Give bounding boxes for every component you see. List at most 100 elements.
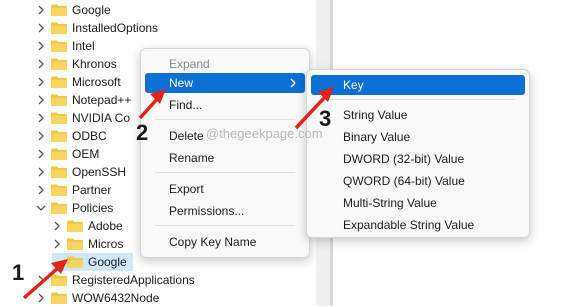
tree-item-partner[interactable]: Partner	[36, 181, 111, 199]
tree-item-installedoptions[interactable]: InstalledOptions	[36, 19, 158, 37]
tree-item-label: Microsoft	[72, 75, 121, 89]
menu-item-label: Expandable String Value	[343, 218, 475, 232]
folder-icon	[51, 166, 67, 178]
tree-item-policies[interactable]: Policies	[36, 199, 113, 217]
tree-item-label: OpenSSH	[72, 165, 127, 179]
menu-item-label: New	[169, 76, 194, 90]
chevron-down-icon[interactable]	[36, 203, 46, 213]
tree-item-odbc[interactable]: ODBC	[36, 127, 107, 145]
watermark: @thegeekpage.com	[206, 126, 323, 141]
tree-item-label: Google	[88, 255, 127, 269]
chevron-right-icon[interactable]	[36, 59, 46, 69]
tree-item-google[interactable]: Google	[36, 1, 111, 19]
menu-item-label: Copy Key Name	[169, 235, 257, 249]
folder-icon	[51, 202, 67, 214]
folder-icon	[51, 130, 67, 142]
menu-separator	[155, 225, 295, 226]
chevron-right-icon[interactable]	[36, 149, 46, 159]
folder-icon	[51, 292, 67, 304]
submenu-item-key[interactable]: Key	[311, 75, 525, 95]
chevron-right-icon[interactable]	[36, 185, 46, 195]
folder-icon	[51, 112, 67, 124]
chevron-right-icon	[290, 78, 296, 88]
chevron-right-icon[interactable]	[36, 77, 46, 87]
folder-icon	[51, 76, 67, 88]
tree-item-label: Partner	[72, 183, 112, 197]
menu-item-rename[interactable]: Rename	[145, 148, 305, 168]
submenu-item-string-value[interactable]: String Value	[311, 105, 525, 125]
menu-separator	[155, 172, 295, 173]
menu-item-export[interactable]: Export	[145, 179, 305, 199]
menu-item-label: Expand	[169, 57, 210, 71]
tree-item-google-selected[interactable]: Google	[52, 253, 133, 271]
chevron-right-icon[interactable]	[52, 239, 62, 249]
menu-item-label: Binary Value	[343, 130, 411, 144]
menu-item-label: Rename	[169, 151, 215, 165]
menu-item-label: Multi-String Value	[343, 196, 437, 210]
menu-item-new[interactable]: New	[145, 73, 305, 93]
menu-separator	[321, 99, 515, 100]
menu-item-label: Delete	[169, 129, 204, 143]
menu-separator	[155, 119, 295, 120]
menu-item-copy-key-name[interactable]: Copy Key Name	[145, 232, 305, 252]
folder-icon	[67, 256, 83, 268]
tree-item-wow6432node[interactable]: WOW6432Node	[36, 289, 159, 307]
folder-icon	[67, 238, 83, 250]
tree-item-nvidia[interactable]: NVIDIA Co	[36, 109, 130, 127]
tree-item-registeredapplications[interactable]: RegisteredApplications	[36, 271, 195, 289]
tree-item-label: Khronos	[72, 57, 117, 71]
menu-item-permissions[interactable]: Permissions...	[145, 201, 305, 221]
folder-icon	[51, 148, 67, 160]
chevron-right-icon[interactable]	[36, 95, 46, 105]
menu-item-find[interactable]: Find...	[145, 95, 305, 115]
tree-item-label: NVIDIA Co	[72, 111, 131, 125]
tree-item-label: Notepad++	[72, 93, 132, 107]
menu-item-label: Find...	[169, 98, 203, 112]
tree-item-microsoft-policies[interactable]: Micros	[52, 235, 123, 253]
tree-item-openssh[interactable]: OpenSSH	[36, 163, 126, 181]
step-callout-3: 3	[319, 106, 332, 131]
submenu-item-expandable-string-value[interactable]: Expandable String Value	[311, 215, 525, 235]
tree-item-label: RegisteredApplications	[72, 273, 195, 287]
folder-icon	[51, 4, 67, 16]
tree-item-label: Micros	[88, 237, 124, 251]
submenu-item-dword-value[interactable]: DWORD (32-bit) Value	[311, 149, 525, 169]
chevron-right-icon[interactable]	[36, 131, 46, 141]
folder-icon	[51, 58, 67, 70]
tree-item-label: Google	[72, 3, 111, 17]
tree-item-label: ODBC	[72, 129, 107, 143]
tree-item-label: OEM	[72, 147, 100, 161]
folder-icon	[51, 40, 67, 52]
submenu-item-multi-string-value[interactable]: Multi-String Value	[311, 193, 525, 213]
menu-item-label: String Value	[343, 108, 408, 122]
folder-icon	[51, 184, 67, 196]
tree-item-label: Policies	[72, 201, 114, 215]
chevron-right-icon[interactable]	[36, 275, 46, 285]
step-callout-1: 1	[12, 260, 25, 285]
tree-item-notepadpp[interactable]: Notepad++	[36, 91, 131, 109]
folder-icon	[51, 94, 67, 106]
new-submenu: Key String Value Binary Value DWORD (32-…	[306, 69, 530, 238]
chevron-right-icon[interactable]	[36, 113, 46, 123]
tree-item-khronos[interactable]: Khronos	[36, 55, 117, 73]
chevron-right-icon[interactable]	[52, 221, 62, 231]
step-callout-2: 2	[136, 120, 149, 145]
tree-item-label: Intel	[72, 39, 95, 53]
menu-item-label: DWORD (32-bit) Value	[343, 152, 465, 166]
menu-item-label: QWORD (64-bit) Value	[343, 174, 465, 188]
chevron-right-icon[interactable]	[36, 5, 46, 15]
context-menu: Expand New Find... Delete Rename Export …	[140, 48, 310, 258]
tree-item-microsoft[interactable]: Microsoft	[36, 73, 121, 91]
tree-item-label: InstalledOptions	[72, 21, 159, 35]
chevron-right-icon[interactable]	[36, 293, 46, 303]
chevron-right-icon[interactable]	[36, 23, 46, 33]
tree-item-oem[interactable]: OEM	[36, 145, 99, 163]
submenu-item-binary-value[interactable]: Binary Value	[311, 127, 525, 147]
tree-item-adobe[interactable]: Adobe	[52, 217, 123, 235]
menu-item-expand[interactable]: Expand	[145, 54, 305, 74]
chevron-right-icon[interactable]	[36, 41, 46, 51]
chevron-right-icon[interactable]	[36, 167, 46, 177]
tree-item-intel[interactable]: Intel	[36, 37, 95, 55]
folder-icon	[51, 274, 67, 286]
submenu-item-qword-value[interactable]: QWORD (64-bit) Value	[311, 171, 525, 191]
